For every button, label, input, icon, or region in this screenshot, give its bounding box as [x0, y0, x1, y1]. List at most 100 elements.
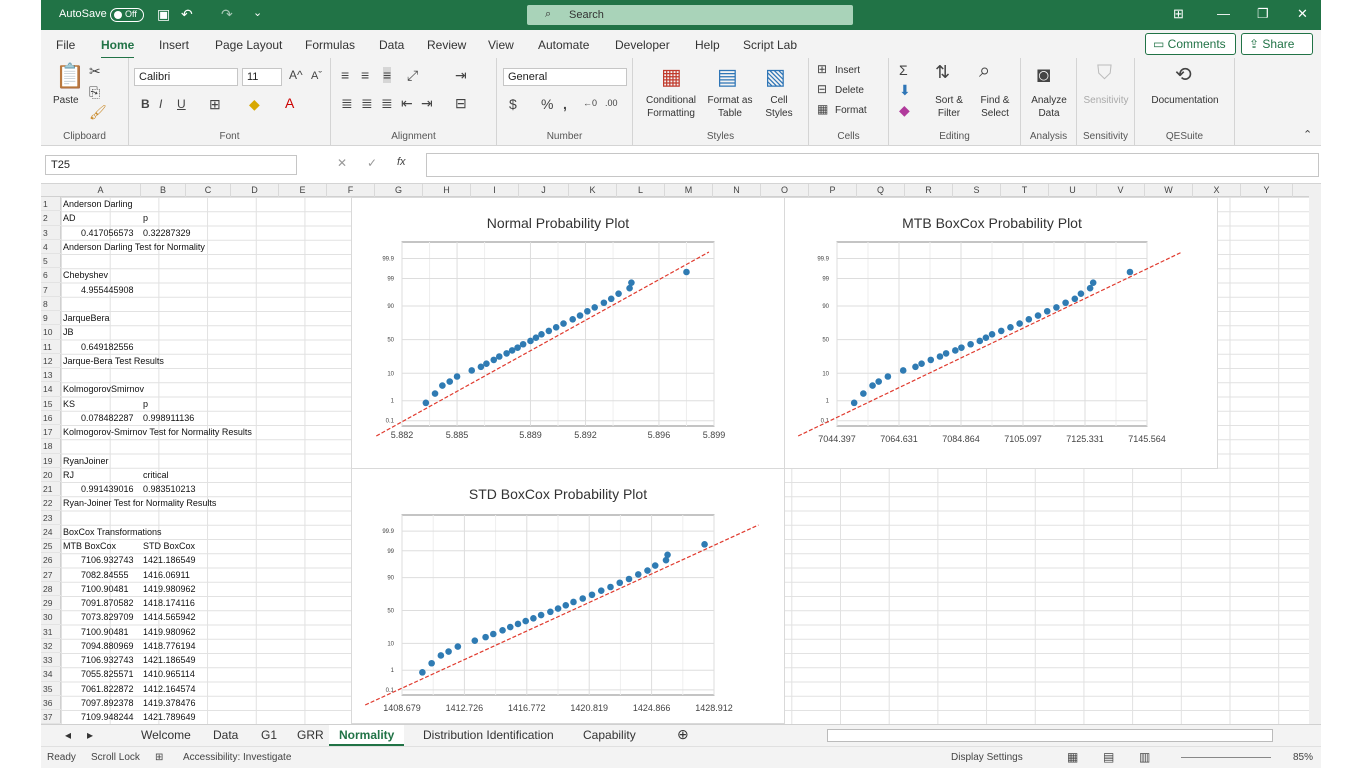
tab-home[interactable]: Home: [101, 38, 135, 59]
cell-a35[interactable]: 7061.822872: [81, 682, 134, 696]
increase-indent-icon[interactable]: ⇥: [421, 95, 433, 112]
accounting-format-icon[interactable]: $: [509, 96, 517, 112]
column-header-t[interactable]: T: [1001, 184, 1049, 197]
cell-a12[interactable]: Jarque-Bera Test Results: [63, 354, 164, 368]
sensitivity-button[interactable]: Sensitivity: [1079, 94, 1133, 107]
macro-record-icon[interactable]: ⊞: [155, 752, 163, 763]
row-header-2[interactable]: 2: [41, 211, 61, 226]
row-header-19[interactable]: 19: [41, 454, 61, 468]
cell-b28[interactable]: 1419.980962: [143, 582, 196, 596]
column-header-d[interactable]: D: [231, 184, 279, 197]
row-header-18[interactable]: 18: [41, 439, 61, 454]
accessibility-status[interactable]: Accessibility: Investigate: [183, 752, 291, 763]
wrap-text-icon[interactable]: ⇥: [455, 67, 467, 84]
cell-b31[interactable]: 1419.980962: [143, 625, 196, 639]
tab-insert[interactable]: Insert: [159, 38, 189, 52]
column-header-y[interactable]: Y: [1241, 184, 1293, 197]
column-header-e[interactable]: E: [279, 184, 327, 197]
cell-b3[interactable]: 0.32287329: [143, 226, 191, 240]
align-center-icon[interactable]: ≣: [361, 95, 373, 112]
redo-icon[interactable]: ↷: [221, 6, 233, 23]
cell-b35[interactable]: 1412.164574: [143, 682, 196, 696]
row-header-24[interactable]: 24: [41, 525, 61, 539]
orientation-icon[interactable]: ⤢: [407, 67, 418, 84]
formula-input[interactable]: [426, 153, 1319, 177]
undo-icon[interactable]: ↶: [181, 6, 193, 23]
chart-mtb-boxcox-probability[interactable]: MTB BoxCox Probability Plot 7044.397 7064.…: [784, 197, 1218, 469]
column-header-g[interactable]: G: [375, 184, 423, 197]
cut-icon[interactable]: ✂: [89, 63, 101, 80]
row-header-7[interactable]: 7: [41, 283, 61, 297]
tab-review[interactable]: Review: [427, 38, 466, 52]
display-settings[interactable]: Display Settings: [951, 752, 1023, 763]
row-header-20[interactable]: 20: [41, 468, 61, 482]
sheet-tab-capability[interactable]: Capability: [583, 728, 636, 742]
cell-a36[interactable]: 7097.892378: [81, 696, 134, 710]
cell-a7[interactable]: 4.955445908: [81, 283, 134, 297]
documentation-button[interactable]: Documentation: [1141, 94, 1229, 107]
name-box[interactable]: T25: [45, 155, 297, 175]
font-size-select[interactable]: 11: [242, 68, 282, 86]
cell-a34[interactable]: 7055.825571: [81, 667, 134, 681]
cell-a9[interactable]: JarqueBera: [63, 311, 110, 325]
chart-std-boxcox-probability[interactable]: STD BoxCox Probability Plot 1408.679 1412.…: [351, 468, 785, 724]
row-header-35[interactable]: 35: [41, 682, 61, 696]
row-header-32[interactable]: 32: [41, 639, 61, 653]
fill-icon[interactable]: ⬇: [899, 82, 911, 99]
row-header-10[interactable]: 10: [41, 325, 61, 340]
align-right-icon[interactable]: ≣: [381, 95, 393, 112]
zoom-level[interactable]: 85%: [1293, 752, 1313, 763]
find-select-button[interactable]: Find & Select: [973, 94, 1017, 120]
sort-filter-button[interactable]: Sort & Filter: [929, 94, 969, 120]
align-middle-icon[interactable]: ≡: [361, 67, 369, 83]
restore-icon[interactable]: ❐: [1257, 6, 1269, 22]
cell-a24[interactable]: BoxCox Transformations: [63, 525, 162, 539]
row-header-33[interactable]: 33: [41, 653, 61, 668]
cell-b30[interactable]: 1414.565942: [143, 610, 196, 624]
column-header-b[interactable]: B: [141, 184, 186, 197]
row-header-13[interactable]: 13: [41, 368, 61, 383]
format-painter-icon[interactable]: 🖌: [89, 104, 107, 121]
row-header-30[interactable]: 30: [41, 610, 61, 625]
cell-b15[interactable]: p: [143, 397, 148, 411]
autosum-icon[interactable]: Σ: [899, 62, 908, 78]
tab-view[interactable]: View: [488, 38, 514, 52]
cell-a16[interactable]: 0.078482287: [81, 411, 134, 425]
ribbon-display-icon[interactable]: ⊞: [1173, 6, 1184, 22]
row-header-14[interactable]: 14: [41, 382, 61, 397]
sheet-tab-data[interactable]: Data: [213, 728, 238, 742]
cell-a11[interactable]: 0.649182556: [81, 340, 134, 354]
font-color-icon[interactable]: A: [285, 95, 294, 111]
column-header-u[interactable]: U: [1049, 184, 1097, 197]
column-header-l[interactable]: L: [617, 184, 665, 197]
row-header-9[interactable]: 9: [41, 311, 61, 326]
italic-icon[interactable]: I: [159, 97, 162, 111]
font-name-select[interactable]: Calibri: [134, 68, 238, 86]
row-header-1[interactable]: 1: [41, 197, 61, 212]
fill-color-icon[interactable]: ◆: [249, 96, 260, 113]
sheet-tab-g1[interactable]: G1: [261, 728, 277, 742]
cell-a21[interactable]: 0.991439016: [81, 482, 134, 496]
cell-a1[interactable]: Anderson Darling: [63, 197, 133, 211]
row-header-3[interactable]: 3: [41, 226, 61, 240]
column-header-o[interactable]: O: [761, 184, 809, 197]
row-header-22[interactable]: 22: [41, 496, 61, 511]
cell-a30[interactable]: 7073.829709: [81, 610, 134, 624]
cell-a25[interactable]: MTB BoxCox: [63, 539, 116, 553]
analyze-data-button[interactable]: Analyze Data: [1025, 94, 1073, 120]
row-header-23[interactable]: 23: [41, 511, 61, 525]
insert-cells-button[interactable]: Insert: [835, 64, 860, 77]
row-header-5[interactable]: 5: [41, 254, 61, 269]
collapse-ribbon-icon[interactable]: ⌃: [1303, 128, 1312, 141]
cell-b25[interactable]: STD BoxCox: [143, 539, 195, 553]
align-left-icon[interactable]: ≣: [341, 95, 353, 112]
add-sheet-icon[interactable]: ⊕: [677, 726, 689, 743]
row-header-11[interactable]: 11: [41, 340, 61, 354]
cell-b34[interactable]: 1410.965114: [143, 667, 195, 681]
share-button[interactable]: ⇪ Share: [1241, 33, 1313, 55]
borders-icon[interactable]: ⊞: [209, 96, 221, 113]
sheet-tab-grr[interactable]: GRR: [297, 728, 324, 742]
cell-a28[interactable]: 7100.90481: [81, 582, 129, 596]
row-header-31[interactable]: 31: [41, 625, 61, 639]
cell-a27[interactable]: 7082.84555: [81, 568, 129, 582]
